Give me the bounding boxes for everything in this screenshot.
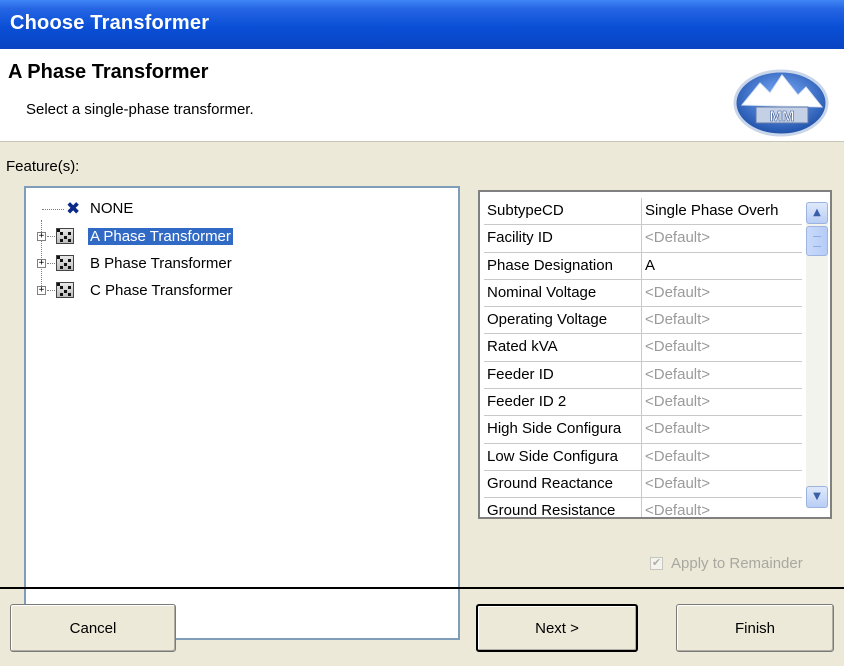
attribute-value[interactable]: <Default> (642, 416, 802, 442)
attribute-name: Nominal Voltage (484, 279, 642, 307)
attribute-value[interactable]: <Default> (642, 362, 802, 388)
attribute-value[interactable]: <Default> (642, 307, 802, 333)
apply-to-remainder-label: Apply to Remainder (671, 555, 803, 572)
attribute-name: Operating Voltage (484, 307, 642, 334)
attribute-value[interactable]: <Default> (642, 334, 802, 360)
attribute-name: Ground Resistance (484, 498, 642, 517)
attribute-row[interactable]: Low Side Configura <Default> (484, 443, 802, 471)
tree-item-label: B Phase Transformer (90, 255, 232, 272)
attribute-name: SubtypeCD (484, 198, 642, 225)
attribute-row[interactable]: Ground Resistance <Default> (484, 498, 802, 517)
attribute-row[interactable]: Operating Voltage <Default> (484, 307, 802, 335)
page-subtitle: Select a single-phase transformer. (26, 101, 254, 118)
tree-connector (47, 290, 55, 291)
attribute-grid-scrollbar[interactable]: ▲ ▼ (806, 202, 828, 508)
title-bar: Choose Transformer (0, 0, 844, 49)
attribute-value[interactable]: <Default> (642, 280, 802, 306)
attribute-name: Facility ID (484, 225, 642, 252)
attribute-row[interactable]: Rated kVA <Default> (484, 334, 802, 362)
next-button[interactable]: Next > (476, 604, 638, 652)
expand-plus-icon[interactable]: + (37, 286, 46, 295)
attribute-rows: SubtypeCD Single Phase Overh Facility ID <… (484, 198, 802, 517)
attribute-name: Feeder ID (484, 361, 642, 389)
attribute-value[interactable]: <Default> (642, 471, 802, 497)
tree-item-label: C Phase Transformer (90, 282, 233, 299)
attribute-grid[interactable]: SubtypeCD Single Phase Overh Facility ID <… (478, 190, 832, 519)
logo-text: MM (770, 108, 795, 125)
x-icon: ✖ (66, 199, 81, 219)
tree-connector (47, 236, 55, 237)
finish-button[interactable]: Finish (676, 604, 834, 652)
tree-item-label: NONE (90, 200, 134, 217)
page-title: A Phase Transformer (8, 61, 209, 83)
attribute-row[interactable]: SubtypeCD Single Phase Overh (484, 198, 802, 226)
attribute-row[interactable]: Ground Reactance <Default> (484, 470, 802, 499)
checkbox-checked-icon[interactable]: ✔ (650, 557, 663, 570)
attribute-row[interactable]: Phase Designation A (484, 252, 802, 280)
feature-tree[interactable]: ✖ NONE + A Phase Transformer + B Phase T… (24, 186, 460, 640)
attribute-name: Ground Reactance (484, 470, 642, 498)
features-label: Feature(s): (6, 158, 80, 175)
mm-logo-icon: MM (733, 69, 829, 137)
expand-plus-icon[interactable]: + (37, 232, 46, 241)
tree-item-label: A Phase Transformer (87, 227, 234, 246)
apply-to-remainder-checkbox[interactable]: ✔ Apply to Remainder (650, 555, 803, 572)
window-title: Choose Transformer (10, 12, 210, 34)
attribute-name: High Side Configura (484, 416, 642, 443)
transformer-icon (56, 282, 74, 298)
attribute-value[interactable]: <Default> (642, 225, 802, 251)
attribute-value[interactable]: <Default> (642, 498, 802, 517)
attribute-row[interactable]: Facility ID <Default> (484, 225, 802, 253)
transformer-icon (56, 255, 74, 271)
scroll-up-icon[interactable]: ▲ (806, 202, 828, 224)
expand-plus-icon[interactable]: + (37, 259, 46, 268)
transformer-icon (56, 228, 74, 244)
attribute-row[interactable]: Feeder ID 2 <Default> (484, 389, 802, 417)
attribute-value[interactable]: Single Phase Overh (642, 198, 802, 224)
attribute-value[interactable]: <Default> (642, 444, 802, 470)
attribute-value[interactable]: A (642, 253, 802, 279)
attribute-row[interactable]: Nominal Voltage <Default> (484, 279, 802, 308)
attribute-name: Phase Designation (484, 252, 642, 279)
footer-divider (0, 587, 844, 589)
scroll-down-icon[interactable]: ▼ (806, 486, 828, 508)
cancel-button[interactable]: Cancel (10, 604, 176, 652)
attribute-value[interactable]: <Default> (642, 389, 802, 415)
scroll-thumb[interactable] (806, 226, 828, 256)
wizard-header: A Phase Transformer Select a single-phas… (0, 49, 844, 142)
attribute-name: Rated kVA (484, 334, 642, 361)
attribute-name: Feeder ID 2 (484, 389, 642, 416)
tree-connector (42, 209, 64, 210)
attribute-row[interactable]: High Side Configura <Default> (484, 416, 802, 444)
tree-connector (47, 263, 55, 264)
attribute-name: Low Side Configura (484, 443, 642, 470)
attribute-row[interactable]: Feeder ID <Default> (484, 361, 802, 390)
